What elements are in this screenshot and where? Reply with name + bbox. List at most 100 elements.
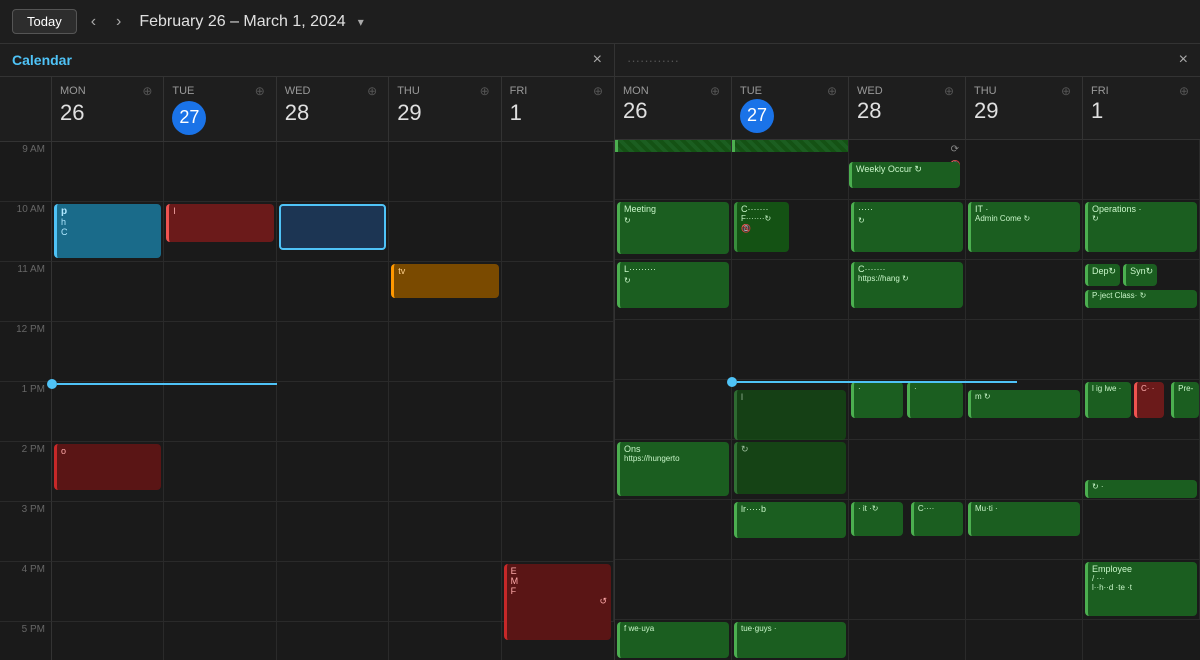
r-event-wed-3pm-a[interactable]: · it ·↻ [851, 502, 903, 536]
add-event-tue-icon[interactable]: ⊕ [252, 83, 268, 99]
r-cell-fri-10am[interactable]: Operations · ↻ [1083, 200, 1200, 260]
cell-mon-3pm[interactable] [52, 502, 164, 562]
cell-wed-11am[interactable] [277, 262, 389, 322]
r-cell-thu-10am[interactable]: IT · Admin Come ↻ [966, 200, 1083, 260]
cell-thu-9am[interactable] [389, 142, 501, 202]
cell-wed-3pm[interactable] [277, 502, 389, 562]
cell-wed-1pm[interactable] [277, 382, 389, 442]
r-event-fri-syn[interactable]: Syn↻ [1123, 264, 1157, 286]
cell-wed-12pm[interactable] [277, 322, 389, 382]
r-cell-thu-3pm[interactable]: Mu·ti · [966, 500, 1083, 560]
cell-mon-2pm[interactable]: o [52, 442, 164, 502]
cell-thu-3pm[interactable] [389, 502, 501, 562]
right-add-event-thu-icon[interactable]: ⊕ [1058, 83, 1074, 99]
r-cell-fri-11am[interactable]: Dep↻ Syn↻ P·ject Class· ↻ [1083, 260, 1200, 320]
cell-fri-2pm[interactable] [502, 442, 614, 502]
r-cell-mon-11am[interactable]: L········· ↻ [615, 260, 732, 320]
r-cell-wed-3pm[interactable]: · it ·↻ C···· [849, 500, 966, 560]
r-cell-fri-12pm[interactable] [1083, 320, 1200, 380]
cell-fri-3pm[interactable] [502, 502, 614, 562]
cell-tue-2pm[interactable] [164, 442, 276, 502]
r-event-mon-5pm[interactable]: f we·uya [617, 622, 729, 658]
prev-nav-button[interactable]: ‹ [85, 11, 102, 33]
r-cell-tue-4pm[interactable] [732, 560, 849, 620]
r-cell-wed-11am[interactable]: C······· https://hang ↻ [849, 260, 966, 320]
r-cell-mon-5pm[interactable]: f we·uya [615, 620, 732, 660]
r-event-fri-1pm-a[interactable]: l ig lwe · [1085, 382, 1131, 418]
today-button[interactable]: Today [12, 9, 77, 34]
r-event-fri-dep[interactable]: Dep↻ [1085, 264, 1120, 286]
r-cell-tue-10am[interactable]: C······· F·······↻ 📵 [732, 200, 849, 260]
cell-wed-5pm[interactable] [277, 622, 389, 660]
r-event-thu-10am[interactable]: IT · Admin Come ↻ [968, 202, 1080, 252]
left-time-grid-scroll[interactable]: 9 AM 10 AM p h C [0, 142, 614, 660]
cell-wed-4pm[interactable] [277, 562, 389, 622]
cell-thu-4pm[interactable] [389, 562, 501, 622]
cell-thu-10am[interactable] [389, 202, 501, 262]
cell-fri-10am[interactable] [502, 202, 614, 262]
r-event-tue-3pm[interactable]: lr·····b [734, 502, 846, 538]
r-cell-wed-10am[interactable]: ····· ↻ [849, 200, 966, 260]
r-event-tue-10am-1[interactable]: C······· F·······↻ 📵 [734, 202, 789, 252]
r-event-wed-weekly[interactable]: Weekly Occur ↻ [849, 162, 960, 188]
r-cell-mon-3pm[interactable] [615, 500, 732, 560]
r-cell-mon-2pm[interactable]: Ons https://hungerto [615, 440, 732, 500]
right-add-event-fri-icon[interactable]: ⊕ [1176, 83, 1192, 99]
cell-wed-9am[interactable] [277, 142, 389, 202]
r-cell-fri-4pm[interactable]: Employee / ··· l··h··d ·te ·t [1083, 560, 1200, 620]
cell-thu-1pm[interactable] [389, 382, 501, 442]
r-cell-fri-3pm[interactable] [1083, 500, 1200, 560]
r-cell-wed-2pm[interactable] [849, 440, 966, 500]
next-nav-button[interactable]: › [110, 11, 127, 33]
r-event-tue-5pm[interactable]: tue·guys · [734, 622, 846, 658]
r-event-mon-meeting[interactable]: Meeting ↻ [617, 202, 729, 254]
add-event-fri-icon[interactable]: ⊕ [590, 83, 606, 99]
cell-tue-5pm[interactable] [164, 622, 276, 660]
r-cell-mon-9am[interactable] [615, 140, 732, 200]
event-mon-10am[interactable]: p h C [54, 204, 161, 258]
event-wed-10am[interactable] [279, 204, 386, 250]
r-cell-fri-2pm[interactable]: ↻ · [1083, 440, 1200, 500]
r-cell-fri-5pm[interactable] [1083, 620, 1200, 660]
r-event-wed-1pm-b[interactable]: · [907, 382, 963, 418]
r-event-mon-11am[interactable]: L········· ↻ [617, 262, 729, 308]
r-cell-thu-12pm[interactable] [966, 320, 1083, 380]
right-add-event-wed-icon[interactable]: ⊕ [941, 83, 957, 99]
cell-wed-10am[interactable] [277, 202, 389, 262]
r-event-fri-2pm-a[interactable]: ↻ · [1085, 480, 1197, 498]
cell-mon-4pm[interactable] [52, 562, 164, 622]
cell-mon-12pm[interactable] [52, 322, 164, 382]
r-event-mon-allday[interactable] [615, 140, 731, 152]
add-event-wed-icon[interactable]: ⊕ [364, 83, 380, 99]
r-event-tue-allday[interactable] [732, 140, 848, 152]
cell-tue-1pm[interactable] [164, 382, 276, 442]
r-cell-thu-9am[interactable] [966, 140, 1083, 200]
cell-tue-4pm[interactable] [164, 562, 276, 622]
cell-tue-11am[interactable] [164, 262, 276, 322]
cell-tue-10am[interactable]: l [164, 202, 276, 262]
r-cell-mon-10am[interactable]: Meeting ↻ [615, 200, 732, 260]
r-cell-tue-2pm[interactable]: ↻ [732, 440, 849, 500]
add-event-thu-icon[interactable]: ⊕ [477, 83, 493, 99]
event-mon-2pm[interactable]: o [54, 444, 161, 490]
right-add-event-mon-icon[interactable]: ⊕ [707, 83, 723, 99]
r-event-mon-2pm[interactable]: Ons https://hungerto [617, 442, 729, 496]
cell-mon-10am[interactable]: p h C [52, 202, 164, 262]
cell-thu-5pm[interactable] [389, 622, 501, 660]
cell-mon-11am[interactable] [52, 262, 164, 322]
cell-fri-4pm[interactable]: E M F ↺ [502, 562, 614, 622]
r-event-thu-1pm[interactable]: m ↻ [968, 390, 1080, 418]
r-cell-thu-1pm[interactable]: m ↻ [966, 380, 1083, 440]
cell-mon-9am[interactable] [52, 142, 164, 202]
cell-thu-12pm[interactable] [389, 322, 501, 382]
cell-mon-1pm[interactable] [52, 382, 164, 442]
cell-fri-11am[interactable] [502, 262, 614, 322]
r-cell-mon-4pm[interactable] [615, 560, 732, 620]
r-event-wed-3pm-b[interactable]: C···· [911, 502, 963, 536]
r-cell-tue-9am[interactable] [732, 140, 849, 200]
cell-tue-12pm[interactable] [164, 322, 276, 382]
cell-thu-11am[interactable]: tv [389, 262, 501, 322]
r-event-fri-1pm-c[interactable]: Pre- [1171, 382, 1199, 418]
r-event-wed-10am[interactable]: ····· ↻ [851, 202, 963, 252]
r-cell-wed-5pm[interactable] [849, 620, 966, 660]
